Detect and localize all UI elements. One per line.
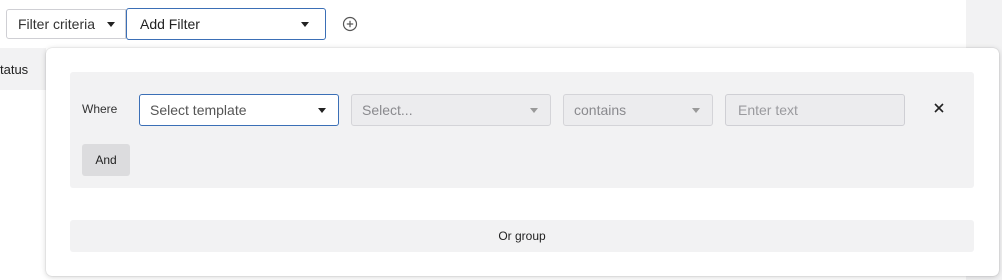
field-select-value: Select... xyxy=(362,102,413,118)
add-filter-label: Add Filter xyxy=(140,16,200,32)
close-icon[interactable] xyxy=(932,101,946,115)
caret-down-icon xyxy=(692,108,700,113)
caret-down-icon xyxy=(318,108,326,113)
caret-down-icon xyxy=(301,22,309,27)
add-circle-icon[interactable] xyxy=(342,16,358,32)
caret-down-icon xyxy=(107,22,115,27)
filter-criteria-label: Filter criteria xyxy=(18,16,96,32)
where-label: Where xyxy=(82,102,118,116)
status-column-header: tatus xyxy=(0,62,29,77)
template-select[interactable]: Select template xyxy=(139,94,339,126)
field-select[interactable]: Select... xyxy=(351,94,551,126)
operator-select-value: contains xyxy=(574,102,627,118)
filter-builder-panel: Where Select template Select... contains… xyxy=(46,48,999,276)
filter-value-input[interactable] xyxy=(725,94,905,126)
template-select-value: Select template xyxy=(150,102,247,118)
operator-select[interactable]: contains xyxy=(563,94,713,126)
caret-down-icon xyxy=(530,108,538,113)
filter-criteria-dropdown[interactable]: Filter criteria xyxy=(6,9,126,39)
filter-group: Where Select template Select... contains… xyxy=(70,72,974,188)
or-group-label: Or group xyxy=(498,229,546,243)
add-filter-dropdown[interactable]: Add Filter xyxy=(126,8,326,40)
and-button[interactable]: And xyxy=(82,144,130,176)
or-group-button[interactable]: Or group xyxy=(70,220,974,252)
